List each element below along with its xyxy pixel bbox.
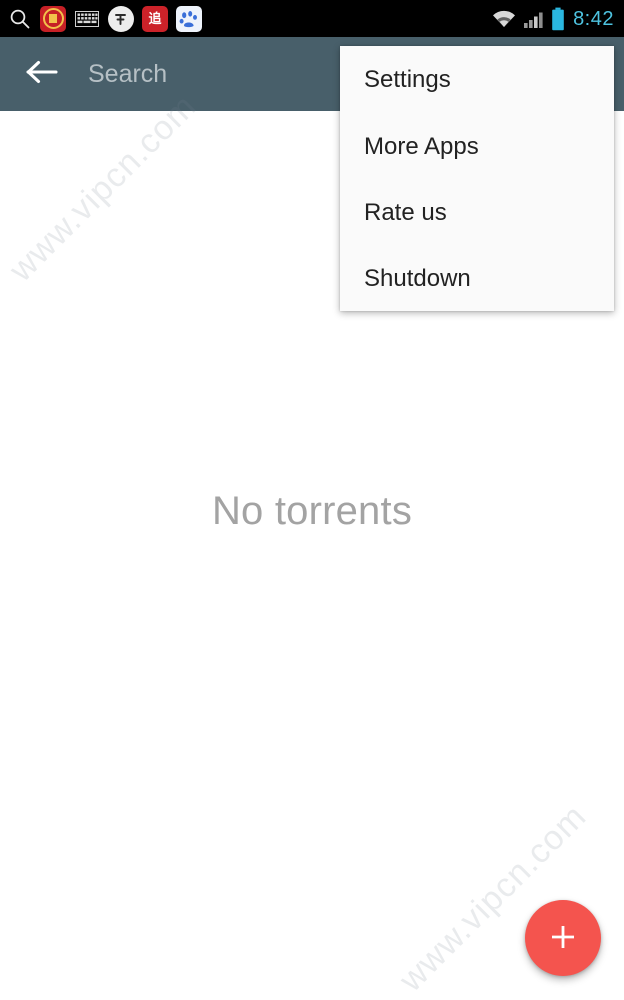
menu-item-label: Settings	[364, 66, 451, 93]
overflow-menu: Settings More Apps Rate us Shutdown	[340, 46, 614, 311]
menu-item-label: Rate us	[364, 199, 447, 226]
circle-f-icon	[108, 5, 134, 32]
menu-item-more-apps[interactable]: More Apps	[340, 114, 614, 180]
app-red-icon-mark	[49, 14, 57, 23]
baidu-paw-icon	[176, 5, 202, 32]
empty-state-label: No torrents	[211, 489, 413, 533]
add-torrent-fab[interactable]	[525, 900, 601, 976]
menu-item-shutdown[interactable]: Shutdown	[340, 246, 614, 312]
arrow-left-icon	[25, 57, 59, 92]
menu-item-settings[interactable]: Settings	[340, 46, 614, 114]
app-red-icon	[40, 5, 66, 32]
status-bar-system-icons: 8:42	[491, 7, 614, 31]
wifi-icon	[491, 8, 517, 30]
app-red-icon-inner	[42, 8, 64, 29]
search-icon	[8, 7, 32, 31]
app-red-chase-icon: 追	[142, 5, 168, 32]
battery-icon	[551, 7, 565, 31]
menu-item-label: Shutdown	[364, 265, 471, 292]
cellular-signal-icon	[523, 9, 545, 29]
status-bar-clock: 8:42	[573, 7, 614, 30]
back-button[interactable]	[14, 46, 70, 102]
menu-item-rate-us[interactable]: Rate us	[340, 180, 614, 246]
keyboard-icon	[74, 6, 100, 32]
status-bar-notification-icons: 追	[8, 5, 491, 32]
menu-item-label: More Apps	[364, 133, 479, 160]
plus-icon	[547, 921, 579, 956]
status-bar: 追 8:42	[0, 0, 624, 37]
